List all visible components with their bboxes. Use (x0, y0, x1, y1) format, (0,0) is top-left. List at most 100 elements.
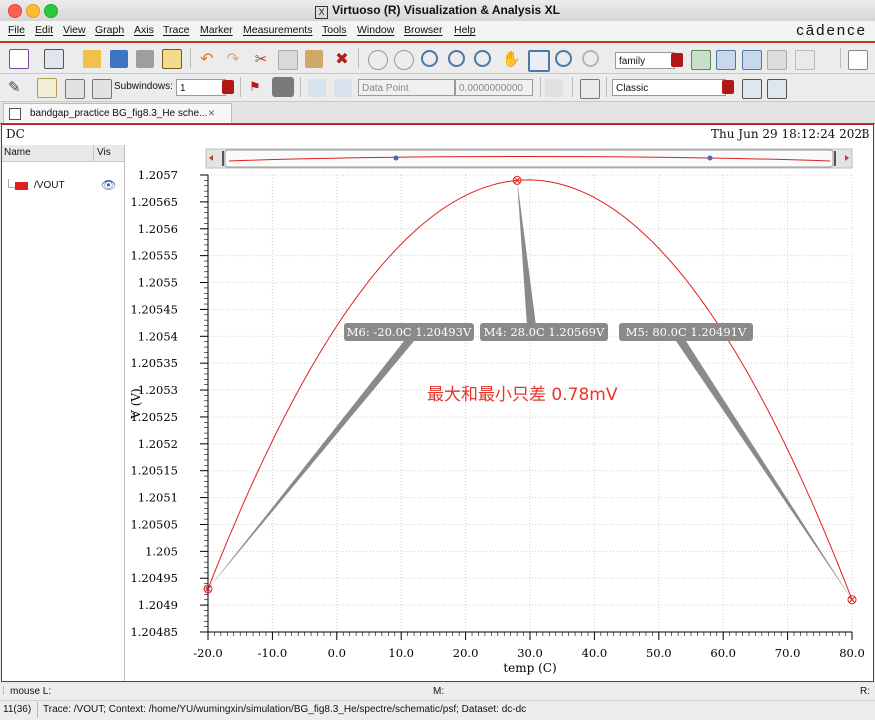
zoom-y-icon[interactable] (582, 50, 599, 67)
x-range-scroller[interactable] (205, 148, 853, 169)
y-tick-label: 1.2049 (138, 598, 178, 612)
waveform-graph[interactable]: -20.0 -10.0 0.0 10.0 20.0 30.0 40.0 50.0 60.0 70.… (2, 125, 873, 681)
title-bar: X Virtuoso (R) Visualization & Analysis X… (0, 0, 875, 22)
annotation-text[interactable]: 最大和最小只差 0.78mV (427, 385, 618, 405)
cut-icon[interactable]: ✂ (252, 50, 270, 68)
menu-view[interactable]: View (63, 24, 86, 36)
menu-trace[interactable]: Trace (163, 24, 189, 36)
copy-icon[interactable] (278, 50, 298, 70)
grid-icon[interactable] (848, 50, 868, 70)
mouse-left-label: mouse L: (10, 686, 52, 697)
y-tick-label: 1.2053 (138, 383, 178, 397)
message-status-bar: 11(36) Trace: /VOUT; Context: /home/YU/w… (0, 701, 875, 720)
flag-icon[interactable]: ⚑ (246, 79, 264, 97)
plot-window: DC Thu Jun 29 18:12:24 2023 1 Name Vis /… (1, 124, 874, 682)
mouse-status-bar: ⁞ mouse L: M: R: (0, 684, 875, 701)
menu-tools[interactable]: Tools (322, 24, 347, 36)
y-tick-label: 1.20495 (130, 571, 178, 585)
info-icon[interactable] (272, 77, 294, 97)
y-tick-label: 1.2051 (138, 491, 178, 505)
separator (358, 48, 359, 68)
menu-axis[interactable]: Axis (134, 24, 154, 36)
delete-style-icon[interactable] (767, 79, 787, 99)
style-dropdown-icon[interactable] (722, 80, 734, 94)
redo-icon[interactable]: ↷ (224, 50, 242, 68)
undo-icon[interactable]: ↶ (198, 50, 216, 68)
y-tick-label: 1.2052 (138, 437, 178, 451)
strip-chart-icon[interactable] (691, 50, 711, 70)
layout-rows-icon[interactable] (65, 79, 85, 99)
print-icon[interactable] (136, 50, 154, 68)
y-tick-label: 1.20555 (130, 249, 178, 263)
calculator-icon[interactable] (580, 79, 600, 99)
marker-icon[interactable] (37, 78, 57, 98)
separator (606, 77, 607, 97)
x-tick-label: -10.0 (258, 646, 288, 660)
layout-icon[interactable] (795, 50, 815, 70)
menu-edit[interactable]: Edit (35, 24, 53, 36)
tab-bar: bandgap_practice BG_fig8.3_He sche... × (0, 102, 875, 124)
next-point-icon[interactable] (334, 79, 352, 97)
pan-icon[interactable]: ✋ (502, 50, 521, 68)
grip-icon: ⁞ (2, 686, 5, 697)
family-dropdown-icon[interactable] (671, 53, 683, 67)
tab-close-icon[interactable]: × (208, 104, 215, 123)
zoom-fit-icon[interactable] (474, 50, 491, 67)
export-icon[interactable] (162, 49, 182, 69)
mouse-right-label: R: (860, 686, 870, 697)
prev-point-icon[interactable] (308, 79, 326, 97)
layout-cols-icon[interactable] (92, 79, 112, 99)
scroller-handle-left[interactable] (393, 155, 399, 161)
composite-icon[interactable] (716, 50, 736, 70)
y-tick-label: 1.20545 (130, 302, 178, 316)
subwindows-combo[interactable]: 1 (176, 79, 226, 96)
x-tick-label: -20.0 (193, 646, 223, 660)
zoom-box-icon[interactable] (528, 50, 550, 72)
y-tick-label: 1.2057 (138, 168, 178, 182)
split-icon[interactable] (767, 50, 787, 70)
delete-icon[interactable]: ✖ (333, 50, 351, 68)
y-tick-label: 1.205 (145, 544, 178, 558)
x-tick-label: 60.0 (710, 646, 736, 660)
style-combo[interactable]: Classic (612, 79, 726, 96)
secondary-toolbar: ✎ Subwindows: 1 ⚑ Data Point 0.000000000… (0, 74, 875, 102)
x-tick-label: 80.0 (839, 646, 865, 660)
marker-label: M6: -20.0C 1.20493V (347, 325, 472, 339)
x11-icon: X (315, 6, 329, 19)
subwindows-label: Subwindows: (114, 81, 173, 92)
menu-graph[interactable]: Graph (95, 24, 124, 36)
new-subwindow-icon[interactable] (44, 49, 64, 69)
tab-bandgap-practice[interactable]: bandgap_practice BG_fig8.3_He sche... × (3, 103, 232, 123)
cadence-logo: cādence (796, 22, 867, 39)
family-combo[interactable]: family (615, 52, 675, 69)
wand-icon[interactable]: ✎ (8, 78, 26, 96)
open-folder-icon[interactable] (83, 50, 101, 68)
data-point-combo[interactable]: Data Point (358, 79, 455, 96)
scroller-handle-right[interactable] (707, 155, 713, 161)
schematic-icon (9, 108, 21, 120)
histogram-icon[interactable] (545, 79, 563, 97)
window-title: X Virtuoso (R) Visualization & Analysis X… (0, 3, 875, 19)
separator (840, 48, 841, 68)
coordinate-field[interactable]: 0.0000000000 (455, 79, 533, 96)
x-tick-label: 40.0 (582, 646, 608, 660)
paste-icon[interactable] (305, 50, 323, 68)
marker-pointer (517, 180, 538, 341)
menu-window[interactable]: Window (357, 24, 394, 36)
menu-file[interactable]: File (8, 24, 25, 36)
y-tick-label: 1.20515 (130, 464, 178, 478)
menu-measurements[interactable]: Measurements (243, 24, 312, 36)
menu-browser[interactable]: Browser (404, 24, 443, 36)
menu-help[interactable]: Help (454, 24, 476, 36)
subwindows-dropdown-icon[interactable] (222, 80, 234, 94)
zoom-x-icon[interactable] (555, 50, 572, 67)
circle-select-icon[interactable] (368, 50, 388, 70)
zoom-in-icon[interactable] (421, 50, 438, 67)
new-window-icon[interactable] (9, 49, 29, 69)
stack-icon[interactable] (742, 50, 762, 70)
circle-deselect-icon[interactable] (394, 50, 414, 70)
save-style-icon[interactable] (742, 79, 762, 99)
save-icon[interactable] (110, 50, 128, 68)
menu-marker[interactable]: Marker (200, 24, 233, 36)
zoom-out-icon[interactable] (448, 50, 465, 67)
